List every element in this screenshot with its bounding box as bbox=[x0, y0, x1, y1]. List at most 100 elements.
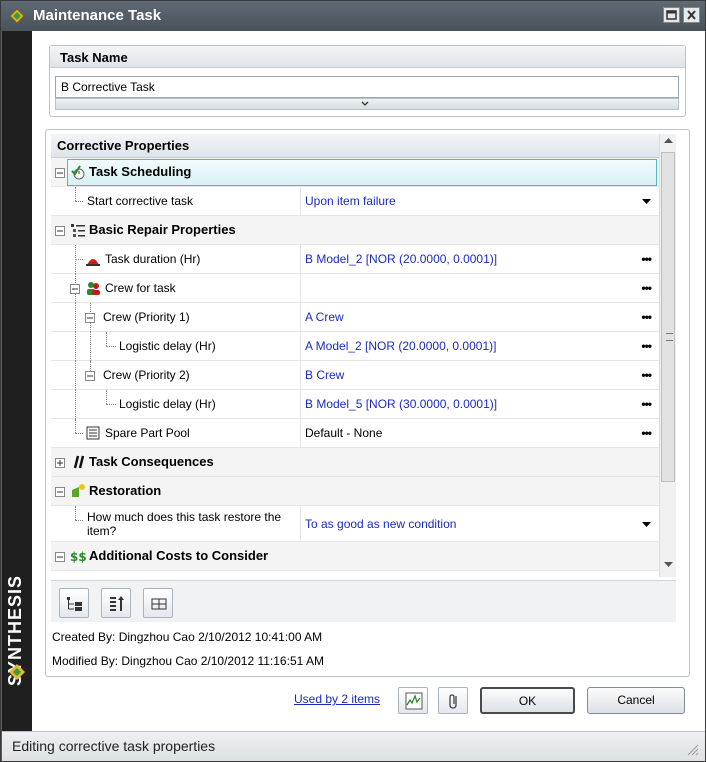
ellipsis-button[interactable]: ••• bbox=[641, 361, 652, 389]
category-restoration[interactable]: Restoration bbox=[51, 477, 659, 506]
property-value: To as good as new condition bbox=[305, 517, 457, 531]
columns-button[interactable] bbox=[143, 588, 173, 618]
costs-icon: $$ bbox=[70, 550, 86, 564]
tree-line bbox=[75, 433, 83, 434]
category-task-scheduling[interactable]: Task Scheduling bbox=[51, 158, 659, 187]
property-grid: Corrective Properties Task Scheduling St… bbox=[51, 134, 659, 577]
columns-icon bbox=[151, 598, 167, 610]
scrollbar-thumb[interactable] bbox=[661, 152, 675, 482]
collapse-toggle[interactable] bbox=[70, 284, 80, 294]
spare-part-pool-value[interactable]: Default - None ••• bbox=[300, 419, 657, 447]
crew-for-task-value[interactable]: ••• bbox=[300, 274, 657, 302]
scroll-up-icon[interactable] bbox=[664, 138, 673, 143]
tree-line bbox=[106, 346, 116, 347]
category-additional-costs[interactable]: $$ Additional Costs to Consider bbox=[51, 542, 659, 571]
tree-line bbox=[75, 259, 83, 260]
ellipsis-button[interactable]: ••• bbox=[641, 390, 652, 418]
category-label: Additional Costs to Consider bbox=[89, 548, 269, 563]
collapse-toggle[interactable] bbox=[85, 371, 95, 381]
category-task-consequences[interactable]: Task Consequences bbox=[51, 448, 659, 477]
plot-button[interactable] bbox=[398, 687, 428, 714]
row-start-corrective-task[interactable]: Start corrective task Upon item failure bbox=[51, 187, 659, 216]
cancel-button[interactable]: Cancel bbox=[587, 687, 685, 714]
collapse-toggle[interactable] bbox=[55, 487, 65, 497]
minus-icon bbox=[57, 556, 63, 558]
start-corrective-task-dropdown[interactable]: Upon item failure bbox=[300, 187, 657, 215]
property-value: B Model_2 [NOR (20.0000, 0.0001)] bbox=[305, 252, 498, 266]
ellipsis-button[interactable]: ••• bbox=[641, 419, 652, 447]
duration-icon bbox=[86, 259, 100, 266]
expand-all-button[interactable] bbox=[59, 588, 89, 618]
row-restore-amount[interactable]: How much does this task restore the item… bbox=[51, 506, 659, 542]
ok-button[interactable]: OK bbox=[480, 687, 575, 714]
crew-priority-2-value[interactable]: B Crew ••• bbox=[300, 361, 657, 389]
tree-line bbox=[75, 520, 83, 521]
tree-line bbox=[75, 201, 83, 202]
ellipsis-button[interactable]: ••• bbox=[641, 274, 652, 302]
collapse-toggle[interactable] bbox=[55, 226, 65, 236]
ellipsis-button[interactable]: ••• bbox=[641, 303, 652, 331]
sort-button[interactable] bbox=[101, 588, 131, 618]
title-bar: Maintenance Task bbox=[1, 1, 705, 31]
task-duration-value[interactable]: B Model_2 [NOR (20.0000, 0.0001)] ••• bbox=[300, 245, 657, 273]
crew2-logistic-delay-value[interactable]: B Model_5 [NOR (30.0000, 0.0001)] ••• bbox=[300, 390, 657, 418]
scrollbar-grip bbox=[666, 333, 673, 341]
minus-icon bbox=[87, 317, 93, 319]
maintenance-task-window: Maintenance Task SYNTHESIS Task Name B C… bbox=[0, 0, 706, 762]
category-label: Restoration bbox=[89, 483, 162, 498]
task-name-header: Task Name bbox=[50, 46, 685, 68]
property-label: Crew (Priority 1) bbox=[103, 310, 190, 324]
ellipsis-button[interactable]: ••• bbox=[641, 245, 652, 273]
row-crew-priority-2[interactable]: Crew (Priority 2) B Crew ••• bbox=[51, 361, 659, 390]
property-label: Logistic delay (Hr) bbox=[119, 339, 216, 353]
restore-amount-dropdown[interactable]: To as good as new condition bbox=[300, 506, 657, 542]
crew-priority-1-value[interactable]: A Crew ••• bbox=[300, 303, 657, 331]
property-label: Spare Part Pool bbox=[105, 426, 190, 440]
property-label: Crew for task bbox=[105, 281, 176, 295]
ellipsis-button[interactable]: ••• bbox=[641, 332, 652, 360]
spare-part-pool-icon bbox=[86, 426, 100, 440]
row-crew1-logistic-delay[interactable]: Logistic delay (Hr) A Model_2 [NOR (20.0… bbox=[51, 332, 659, 361]
task-name-input[interactable]: B Corrective Task bbox=[55, 76, 679, 98]
collapse-toggle[interactable] bbox=[55, 168, 65, 178]
scroll-down-icon[interactable] bbox=[664, 562, 673, 567]
task-name-panel: Task Name B Corrective Task bbox=[49, 45, 686, 117]
row-task-duration[interactable]: Task duration (Hr) B Model_2 [NOR (20.00… bbox=[51, 245, 659, 274]
property-value: A Model_2 [NOR (20.0000, 0.0001)] bbox=[305, 339, 497, 353]
used-by-link[interactable]: Used by 2 items bbox=[294, 692, 380, 706]
window-title: Maintenance Task bbox=[33, 7, 162, 24]
category-label: Basic Repair Properties bbox=[89, 222, 236, 237]
tree-line bbox=[106, 332, 107, 346]
dropdown-arrow-icon bbox=[642, 522, 651, 527]
row-crew-for-task[interactable]: Crew for task ••• bbox=[51, 274, 659, 303]
crew1-logistic-delay-value[interactable]: A Model_2 [NOR (20.0000, 0.0001)] ••• bbox=[300, 332, 657, 360]
row-crew-priority-1[interactable]: Crew (Priority 1) A Crew ••• bbox=[51, 303, 659, 332]
row-spare-part-pool[interactable]: Spare Part Pool Default - None ••• bbox=[51, 419, 659, 448]
expand-toggle[interactable] bbox=[55, 458, 65, 468]
plus-icon bbox=[57, 460, 63, 466]
svg-text:$$: $$ bbox=[70, 550, 86, 564]
close-button[interactable] bbox=[683, 7, 700, 23]
property-value: Upon item failure bbox=[305, 194, 396, 208]
property-grid-scrollbar[interactable] bbox=[659, 134, 676, 577]
property-grid-header: Corrective Properties bbox=[51, 134, 659, 158]
created-by: Created By: Dingzhou Cao 2/10/2012 10:41… bbox=[52, 630, 323, 644]
resize-grip-icon[interactable] bbox=[685, 742, 699, 756]
category-label: Task Scheduling bbox=[89, 164, 192, 179]
row-crew2-logistic-delay[interactable]: Logistic delay (Hr) B Model_5 [NOR (30.0… bbox=[51, 390, 659, 419]
minus-icon bbox=[57, 172, 63, 174]
property-value: Default - None bbox=[305, 426, 383, 440]
collapse-toggle[interactable] bbox=[55, 552, 65, 562]
property-label: Logistic delay (Hr) bbox=[119, 397, 216, 411]
property-label: Task duration (Hr) bbox=[105, 252, 201, 266]
attachments-button[interactable] bbox=[438, 687, 468, 714]
task-name-expander[interactable] bbox=[55, 98, 679, 110]
property-value: B Crew bbox=[305, 368, 345, 382]
maximize-button[interactable] bbox=[663, 7, 680, 23]
collapse-toggle[interactable] bbox=[85, 313, 95, 323]
synthesis-logo-icon bbox=[9, 664, 25, 680]
category-basic-repair[interactable]: Basic Repair Properties bbox=[51, 216, 659, 245]
status-text: Editing corrective task properties bbox=[12, 738, 216, 754]
property-grid-toolbar bbox=[51, 580, 676, 622]
scheduling-icon bbox=[71, 165, 85, 180]
